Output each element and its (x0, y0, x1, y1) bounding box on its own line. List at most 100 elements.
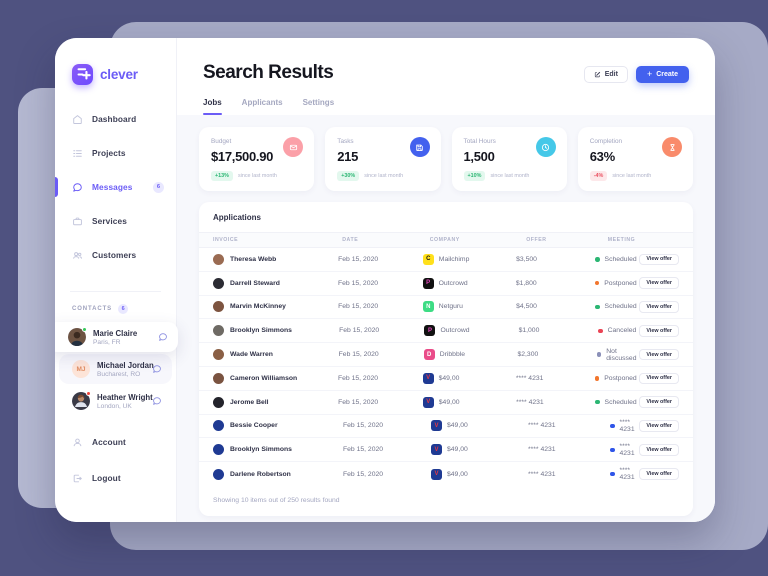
view-offer-button[interactable]: View offer (639, 348, 680, 361)
status-dot (595, 399, 600, 405)
edit-button-label: Edit (604, 71, 618, 78)
stat-card-tasks[interactable]: Tasks 215 +30% since last month (325, 127, 441, 191)
tab-bar: Jobs Applicants Settings (203, 98, 689, 115)
create-button-label: Create (656, 71, 678, 78)
view-offer-button[interactable]: View offer (639, 420, 679, 432)
stat-delta-badge: +30% (337, 171, 360, 181)
cell-meeting: Scheduled (595, 399, 637, 406)
sidebar-item-projects[interactable]: Projects (55, 141, 176, 165)
contact-location: Paris, FR (93, 338, 121, 346)
company-name: Dribbble (439, 351, 466, 359)
tab-jobs[interactable]: Jobs (203, 98, 222, 115)
sidebar-item-customers[interactable]: Customers (55, 243, 176, 267)
view-offer-button[interactable]: View offer (639, 372, 679, 385)
view-offer-button[interactable]: View offer (639, 396, 679, 408)
avatar (213, 301, 224, 313)
brand-logo[interactable]: clever (55, 38, 176, 85)
table-row[interactable]: Marvin McKinney Feb 15, 2020 N Netguru $4,50… (199, 296, 693, 320)
sparkle-badge-icon (72, 64, 93, 85)
table-row[interactable]: Brooklyn Simmons Feb 15, 2020 P Outcrowd $1,… (199, 319, 693, 344)
tab-settings[interactable]: Settings (303, 98, 335, 115)
view-offer-button[interactable]: View offer (639, 277, 679, 289)
cell-meeting: Scheduled (595, 256, 637, 263)
view-offer-button[interactable]: View offer (639, 468, 679, 480)
sidebar-item-messages[interactable]: Messages 6 (55, 175, 176, 199)
chat-bubble-icon[interactable] (158, 332, 168, 342)
status-badge: Canceled (607, 327, 637, 335)
applicant-name: Brooklyn Simmons (230, 327, 292, 335)
cell-meeting: Scheduled (595, 303, 637, 310)
status-badge: **** 4231 (619, 467, 635, 482)
cell-company: V $49,00 (431, 420, 528, 432)
table-row[interactable]: Cameron Williamson Feb 15, 2020 V $49,00 ***… (199, 367, 693, 391)
stat-card-completion[interactable]: Completion 63% -4% since last month (577, 127, 693, 191)
column-header-invoice: INVOICE (213, 237, 239, 243)
tab-applicants[interactable]: Applicants (242, 98, 283, 115)
edit-button[interactable]: Edit (583, 66, 628, 83)
contact-text: Marie Claire Paris, FR (93, 329, 137, 346)
page-header: Search Results Edit + Create Jobs Applic… (177, 38, 715, 115)
table-row[interactable]: Brooklyn Simmons Feb 15, 2020 V $49,00 **** … (199, 438, 693, 463)
chat-bubble-icon[interactable] (152, 364, 162, 374)
sidebar: clever Dashboard Projects Messages 6 Ser… (55, 38, 178, 522)
view-offer-button[interactable]: View offer (639, 253, 679, 266)
avatar (213, 444, 224, 456)
table-row[interactable]: Theresa Webb Feb 15, 2020 C Mailchimp $3,500… (199, 248, 693, 272)
cell-invoice: Jerome Bell (213, 396, 338, 408)
cell-meeting: **** 4231 (610, 467, 635, 481)
table-row[interactable]: Darlene Robertson Feb 15, 2020 V $49,00 ****… (199, 462, 693, 486)
contact-location: London, UK (97, 402, 132, 410)
stat-card-budget[interactable]: Budget $17,500.90 +13% since last month (199, 127, 315, 191)
table-row[interactable]: Wade Warren Feb 15, 2020 D Dribbble $2,300 No… (199, 343, 693, 367)
stat-card-total-hours[interactable]: Total Hours 1,500 +10% since last month (451, 127, 567, 191)
contact-item[interactable]: Heather Wright London, UK (59, 386, 172, 416)
chat-bubble-icon[interactable] (152, 396, 162, 406)
company-name: Outcrowd (440, 327, 470, 335)
main-content: Search Results Edit + Create Jobs Applic… (177, 38, 715, 522)
view-offer-button[interactable]: View offer (639, 325, 680, 337)
table-footer-text: Showing 10 items out of 250 results foun… (213, 496, 340, 504)
status-dot (610, 471, 615, 477)
view-offer-button[interactable]: View offer (639, 444, 679, 456)
table-row[interactable]: Bessie Cooper Feb 15, 2020 V $49,00 **** 423… (199, 415, 693, 439)
cell-date: Feb 15, 2020 (343, 470, 384, 478)
sidebar-item-services[interactable]: Services (55, 209, 176, 233)
edit-square-icon (594, 71, 601, 78)
company-name: Outcrowd (438, 279, 468, 287)
table-row[interactable]: Darrell Steward Feb 15, 2020 P Outcrowd $1,8… (199, 272, 693, 296)
plus-icon: + (646, 69, 653, 79)
view-offer-button[interactable]: View offer (639, 301, 679, 313)
status-dot (595, 257, 600, 262)
contacts-title: CONTACTS (72, 306, 113, 312)
cell-meeting: Postponed (594, 280, 637, 287)
cell-action: View offer (637, 396, 679, 408)
sidebar-item-label: Projects (92, 148, 126, 158)
contact-name: Marie Claire (93, 328, 138, 338)
table-body: Theresa Webb Feb 15, 2020 C Mailchimp $3,500… (199, 248, 693, 486)
sidebar-item-account[interactable]: Account (55, 430, 176, 454)
table-row[interactable]: Jerome Bell Feb 15, 2020 V $49,00 **** 4231 S… (199, 391, 693, 415)
cell-action: View offer (637, 253, 679, 266)
cell-date: Feb 15, 2020 (338, 351, 379, 359)
applicant-name: Cameron Williamson (230, 374, 298, 382)
company-logo-icon: V (431, 420, 442, 432)
applicant-name: Theresa Webb (230, 255, 277, 263)
status-badge: Scheduled (604, 255, 637, 263)
contact-location: Bucharest, RO (97, 370, 141, 378)
contact-item[interactable]: MJ Michael Jordan Bucharest, RO (59, 354, 172, 384)
sidebar-item-dashboard[interactable]: Dashboard (55, 107, 176, 131)
sidebar-item-label: Dashboard (92, 114, 137, 124)
contact-text: Heather Wright London, UK (97, 393, 153, 410)
cell-offer: $1,800 (515, 279, 537, 287)
cell-offer: **** 4231 (516, 398, 544, 406)
status-badge: Postponed (604, 374, 637, 382)
company-name: $49,00 (447, 422, 468, 430)
applicant-name: Brooklyn Simmons (230, 446, 292, 454)
contact-item[interactable]: Marie Claire Paris, FR (55, 322, 178, 352)
cell-meeting: **** 4231 (610, 419, 635, 433)
sidebar-item-logout[interactable]: Logout (55, 466, 176, 490)
cell-action: View offer (635, 468, 679, 480)
avatar (213, 396, 224, 408)
company-logo-icon: D (423, 349, 435, 361)
create-button[interactable]: + Create (635, 66, 689, 83)
